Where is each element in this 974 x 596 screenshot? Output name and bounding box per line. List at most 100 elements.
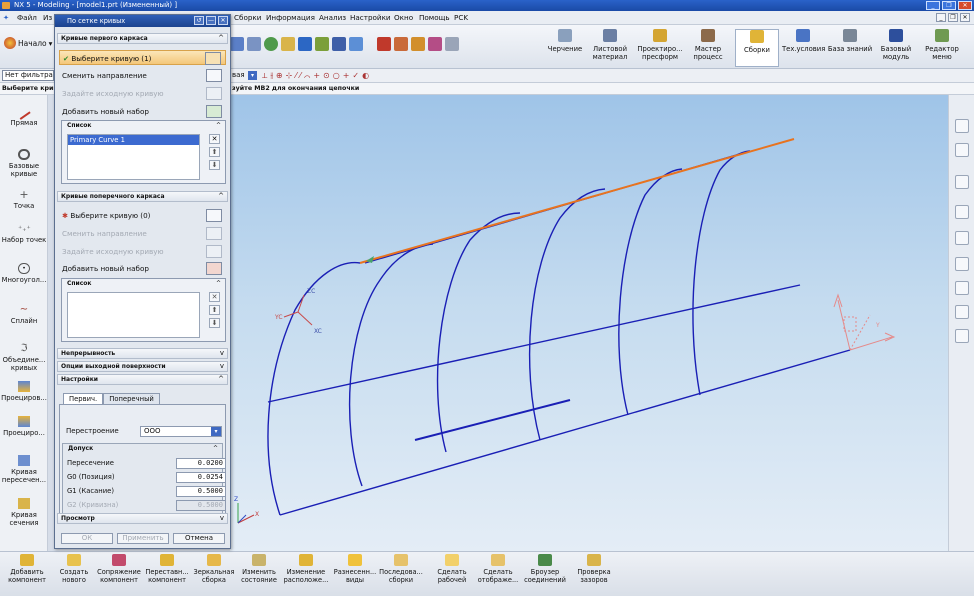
layer-icon[interactable]	[349, 37, 363, 51]
select-cross-curve-row[interactable]: ✱ Выберите кривую (0)	[59, 208, 226, 223]
app-knowledge-button[interactable]: База знаний	[827, 29, 873, 67]
g1-tolerance-input[interactable]: 0.5000	[176, 486, 226, 497]
tool-basic-curves-button[interactable]: Базовые кривые	[0, 149, 48, 178]
primary-curve-list[interactable]: Primary Curve 1	[67, 134, 200, 180]
primary-curve-mid[interactable]	[267, 284, 801, 403]
output-options-header[interactable]: Опции выходной поверхности v	[57, 361, 228, 372]
history-icon[interactable]	[955, 205, 969, 219]
continuity-header[interactable]: Непрерывность v	[57, 348, 228, 359]
close-button[interactable]: ✕	[958, 1, 972, 10]
cross-curve-list[interactable]	[67, 292, 200, 338]
app-mold-button[interactable]: Проектиро... пресформ	[636, 29, 684, 67]
section-curve-5[interactable]	[618, 168, 683, 416]
section-curve-6[interactable]	[692, 150, 751, 396]
intersection-tolerance-input[interactable]: 0.0200	[176, 458, 226, 469]
type-filter-select[interactable]: Нет фильтра	[2, 70, 54, 81]
cross-curves-header[interactable]: Кривые поперечного каркаса ^	[57, 191, 228, 202]
tool-polygon-button[interactable]: • Многоугол...	[0, 263, 48, 284]
tool-project2-button[interactable]: Проециро...	[0, 416, 48, 437]
add-component-button[interactable]: Добавить компонент	[4, 554, 50, 584]
app-drafting-button[interactable]: Черчение	[546, 29, 584, 67]
add-new-set-cross-icon[interactable]	[206, 262, 222, 275]
restore-button[interactable]: ❐	[942, 1, 956, 10]
sketch-icon[interactable]	[411, 37, 425, 51]
menu-edit[interactable]: Из	[43, 11, 52, 25]
move-up-icon[interactable]: ⬆	[209, 305, 220, 315]
sequence-button[interactable]: Последова... сборки	[379, 554, 423, 584]
snap-icon[interactable]	[377, 37, 391, 51]
tab-primary[interactable]: Первич.	[63, 393, 104, 404]
dialog-collapse-button[interactable]: —	[206, 16, 216, 25]
app-assemblies-button[interactable]: Сборки	[735, 29, 779, 67]
part-navigator-icon[interactable]	[955, 143, 969, 157]
make-work-part-button[interactable]: Сделать рабочей	[432, 554, 472, 584]
reuse-library-icon[interactable]	[955, 175, 969, 189]
make-displayed-part-button[interactable]: Сделать отображе...	[476, 554, 520, 584]
process-studio-icon[interactable]	[955, 281, 969, 295]
menu-assemblies[interactable]: Сборки	[234, 11, 261, 25]
menu-rsk[interactable]: PCK	[454, 11, 468, 25]
arrangement-button[interactable]: Изменение расположе...	[283, 554, 329, 584]
section-curve-2[interactable]	[348, 243, 434, 487]
reposition-component-button[interactable]: Переставн... компонент	[144, 554, 190, 584]
orient-icon[interactable]	[332, 37, 346, 51]
primary-curves-header[interactable]: Кривые первого каркаса ^	[57, 33, 228, 44]
model-wireframe[interactable]: XC ZC YC Y Z X	[230, 95, 948, 551]
start-button[interactable]: Начало ▾	[4, 37, 52, 49]
assembly-navigator-icon[interactable]	[955, 119, 969, 133]
graphics-window[interactable]: XC ZC YC Y Z X	[230, 95, 948, 551]
snap-point-icons[interactable]: ⟂⫲⊕⊹⁄⁄⌒+⊙○+✓◐	[262, 69, 372, 82]
dialog-close-button[interactable]: ✕	[218, 16, 228, 25]
g0-tolerance-input[interactable]: 0.0254	[176, 472, 226, 483]
primary-curve-bottom[interactable]	[279, 349, 851, 516]
tool-join-curves-button[interactable]: ℑ Объедине... кривых	[0, 343, 48, 372]
tool-line-button[interactable]: Прямая	[0, 108, 48, 127]
clearance-check-button[interactable]: Проверка зазоров	[572, 554, 616, 584]
selected-primary-curve[interactable]	[359, 138, 795, 264]
tab-cross[interactable]: Поперечный	[103, 393, 160, 404]
tool-intersection-curve-button[interactable]: Кривая пересечен...	[0, 455, 48, 484]
list-item[interactable]: Primary Curve 1	[68, 135, 199, 145]
reverse-direction-icon[interactable]	[206, 69, 222, 82]
doc-minimize-button[interactable]: _	[936, 13, 946, 22]
doc-close-button[interactable]: ✕	[960, 13, 970, 22]
remove-icon[interactable]: ✕	[209, 134, 220, 144]
tool-section-curve-button[interactable]: Кривая сечения	[0, 498, 48, 527]
move-down-icon[interactable]: ⬇	[209, 160, 220, 170]
minimize-button[interactable]: _	[926, 1, 940, 10]
edges-icon[interactable]	[315, 37, 329, 51]
doc-restore-button[interactable]: ❐	[948, 13, 958, 22]
create-new-button[interactable]: Создать нового	[54, 554, 94, 584]
exploded-views-button[interactable]: Разнесенн... виды	[333, 554, 377, 584]
shaded-icon[interactable]	[298, 37, 312, 51]
menu-window[interactable]: Окно	[394, 11, 413, 25]
system-materials-icon[interactable]	[955, 231, 969, 245]
app-process-wizard-button[interactable]: Мастер процесс	[688, 29, 728, 67]
change-state-button[interactable]: Изменить состояние	[238, 554, 280, 584]
move-down-icon[interactable]: ⬇	[209, 318, 220, 328]
tool-point-button[interactable]: + Точка	[0, 189, 48, 210]
app-specs-button[interactable]: Тех.условия	[782, 29, 825, 67]
move-up-icon[interactable]: ⬆	[209, 147, 220, 157]
apply-button[interactable]: Применить	[117, 533, 169, 544]
wcs-icon[interactable]	[394, 37, 408, 51]
mate-component-button[interactable]: Сопряжение компонент	[96, 554, 142, 584]
reverse-direction-row[interactable]: Сменить направление	[59, 68, 226, 83]
tool-spline-button[interactable]: ∼ Сплайн	[0, 304, 48, 325]
add-new-set-cross-row[interactable]: Добавить новый набор	[59, 261, 226, 276]
tool-point-set-button[interactable]: ⁺₊⁺ Набор точек	[0, 223, 48, 244]
section-curve-1[interactable]	[267, 261, 361, 516]
connection-browser-button[interactable]: Броузер соединений	[522, 554, 568, 584]
settings-header[interactable]: Настройки ^	[57, 374, 228, 385]
rotate-icon[interactable]	[264, 37, 278, 51]
menu-app-icon[interactable]: ✦	[3, 11, 9, 25]
datum-icon[interactable]	[428, 37, 442, 51]
select-curve-button[interactable]	[205, 52, 221, 65]
cancel-button[interactable]: Отмена	[173, 533, 225, 544]
menu-help[interactable]: Помощь	[419, 11, 450, 25]
app-gateway-button[interactable]: Базовый модуль	[876, 29, 916, 67]
pan-icon[interactable]	[281, 37, 295, 51]
menu-information[interactable]: Информация	[266, 11, 315, 25]
palette-icon[interactable]	[955, 257, 969, 271]
menu-file[interactable]: Файл	[17, 11, 37, 25]
